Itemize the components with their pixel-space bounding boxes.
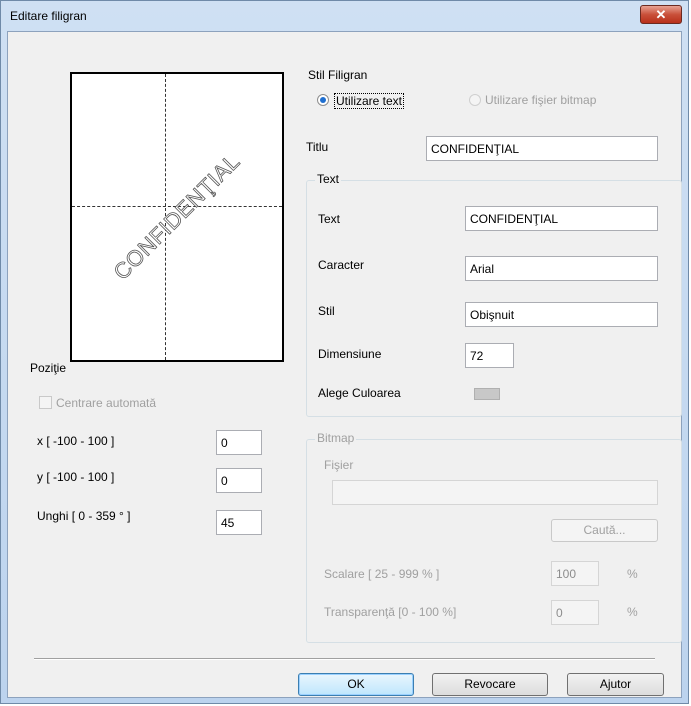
close-icon: ✕ (655, 7, 667, 22)
transparency-label: Transparenţă [0 - 100 %] (324, 605, 457, 619)
watermark-preview: CONFIDENŢIAL (70, 72, 284, 362)
auto-center-label: Centrare automată (56, 396, 157, 410)
style-label: Stil (318, 304, 335, 318)
use-bitmap-label[interactable]: Utilizare fişier bitmap (485, 93, 596, 107)
browse-button[interactable]: Caută... (551, 519, 658, 542)
transparency-unit: % (627, 605, 638, 619)
size-input[interactable]: 72 (465, 343, 514, 368)
y-label: y [ -100 - 100 ] (37, 470, 115, 484)
angle-input[interactable]: 45 (216, 510, 262, 535)
use-bitmap-radio[interactable] (469, 94, 481, 106)
scale-unit: % (627, 567, 638, 581)
file-path-input[interactable] (332, 480, 658, 505)
use-text-label[interactable]: Utilizare text (334, 93, 405, 109)
help-button[interactable]: Ajutor (567, 673, 664, 696)
position-group-label: Poziţie (30, 361, 67, 375)
character-label: Caracter (318, 258, 365, 272)
ok-button[interactable]: OK (298, 673, 414, 696)
size-label: Dimensiune (318, 347, 382, 361)
text-group-label: Text (315, 172, 342, 186)
title-bar[interactable]: Editare filigran ✕ (1, 1, 688, 31)
title-input[interactable]: CONFIDENŢIAL (426, 136, 658, 161)
y-input[interactable]: 0 (216, 468, 262, 493)
color-swatch-button[interactable] (474, 388, 500, 400)
transparency-input[interactable]: 0 (551, 600, 599, 625)
color-label: Alege Culoarea (318, 386, 401, 400)
preview-watermark-text: CONFIDENŢIAL (108, 148, 245, 285)
dialog-body: CONFIDENŢIAL Poziţie Centrare automată x… (7, 31, 682, 698)
cancel-button[interactable]: Revocare (432, 673, 548, 696)
footer-separator (34, 658, 655, 660)
scale-input[interactable]: 100 (551, 561, 599, 586)
auto-center-checkbox[interactable] (39, 396, 52, 409)
use-text-radio[interactable] (317, 94, 329, 106)
x-input[interactable]: 0 (216, 430, 262, 455)
text-input[interactable]: CONFIDENŢIAL (465, 206, 658, 231)
bitmap-group-label: Bitmap (315, 431, 357, 445)
angle-label: Unghi [ 0 - 359 ° ] (37, 509, 131, 523)
style-select[interactable]: Obişnuit (465, 302, 658, 327)
close-button[interactable]: ✕ (640, 5, 682, 24)
text-label: Text (318, 212, 341, 226)
window-title: Editare filigran (10, 9, 87, 23)
file-label: Fişier (324, 458, 354, 472)
title-label: Titlu (306, 140, 329, 154)
x-label: x [ -100 - 100 ] (37, 434, 115, 448)
character-select[interactable]: Arial (465, 256, 658, 281)
style-group-label: Stil Filigran (308, 68, 368, 82)
dialog-window: Editare filigran ✕ CONFIDENŢIAL Poziţie … (0, 0, 689, 704)
scale-label: Scalare [ 25 - 999 % ] (324, 567, 440, 581)
